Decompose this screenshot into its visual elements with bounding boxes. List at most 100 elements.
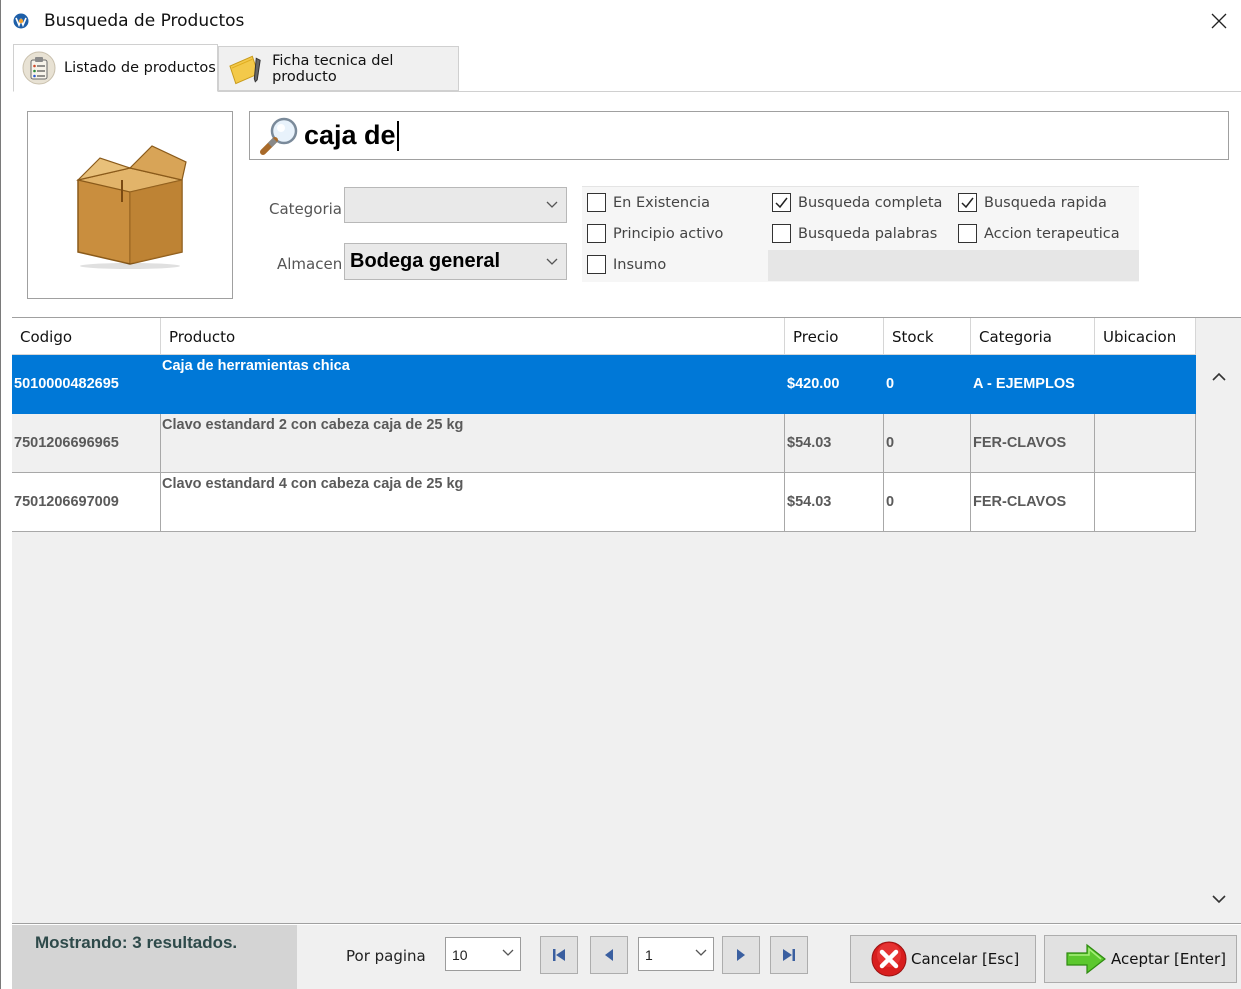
per-page-value: 10 (452, 947, 468, 963)
column-header-producto[interactable]: Producto (161, 318, 785, 355)
checkbox-principio-activo[interactable]: Principio activo (587, 224, 723, 243)
cell-precio: $420.00 (785, 355, 884, 414)
first-page-icon (553, 949, 565, 961)
table-row[interactable]: 7501206696965 Clavo estandard 2 con cabe… (12, 414, 1196, 473)
chevron-down-icon (695, 949, 707, 956)
product-search-window: Busqueda de Productos Listado de product… (0, 0, 1241, 989)
magnifier-icon (260, 117, 298, 155)
cell-precio: $54.03 (785, 473, 884, 532)
cell-categoria: FER-CLAVOS (971, 473, 1095, 532)
search-input[interactable]: caja de (249, 111, 1229, 160)
grid-header: Codigo Producto Precio Stock Categoria U… (12, 318, 1196, 355)
column-header-stock[interactable]: Stock (884, 318, 971, 355)
column-header-ubicacion[interactable]: Ubicacion (1095, 318, 1196, 355)
arrow-right-icon (1066, 943, 1106, 975)
cell-codigo: 7501206697009 (12, 473, 161, 532)
previous-page-button[interactable] (590, 936, 628, 974)
app-logo-icon (13, 13, 29, 29)
cell-stock: 0 (884, 473, 971, 532)
checkbox-label: En Existencia (613, 194, 710, 211)
next-page-button[interactable] (722, 936, 760, 974)
scroll-down-icon[interactable] (1212, 895, 1226, 904)
page-number-value: 1 (645, 947, 653, 963)
checkbox-busqueda-rapida[interactable]: Busqueda rapida (958, 193, 1107, 212)
table-row[interactable]: 7501206697009 Clavo estandard 4 con cabe… (12, 473, 1196, 532)
checkbox-label: Busqueda palabras (798, 225, 938, 242)
checkbox-box (587, 193, 606, 212)
almacen-value: Bodega general (350, 250, 501, 272)
product-image-panel (27, 111, 233, 299)
cell-producto: Caja de herramientas chica (161, 355, 785, 414)
checkbox-box (587, 255, 606, 274)
checkbox-en-existencia[interactable]: En Existencia (587, 193, 710, 212)
cell-ubicacion (1095, 473, 1196, 532)
accept-button[interactable]: Aceptar [Enter] (1044, 935, 1237, 983)
cell-stock: 0 (884, 355, 971, 414)
tab-listado-label: Listado de productos (64, 60, 216, 76)
table-row[interactable]: 5010000482695 Caja de herramientas chica… (12, 355, 1196, 414)
checkbox-box (772, 193, 791, 212)
search-value: caja de (304, 120, 396, 150)
cell-ubicacion (1095, 414, 1196, 473)
column-header-codigo[interactable]: Codigo (12, 318, 161, 355)
checkbox-busqueda-palabras[interactable]: Busqueda palabras (772, 224, 937, 243)
cancel-label: Cancelar [Esc] (911, 950, 1020, 968)
last-page-icon (783, 949, 795, 961)
tab-ficha-label: Ficha tecnica del producto (272, 52, 394, 85)
close-button[interactable] (1196, 0, 1241, 42)
checkbox-insumo[interactable]: Insumo (587, 255, 666, 274)
cell-categoria: FER-CLAVOS (971, 414, 1095, 473)
results-grid: Codigo Producto Precio Stock Categoria U… (12, 317, 1241, 924)
title-bar: Busqueda de Productos (1, 0, 1241, 42)
cell-categoria: A - EJEMPLOS (971, 355, 1095, 414)
text-caret (396, 120, 399, 151)
chevron-down-icon (546, 258, 558, 265)
per-page-select[interactable]: 10 (445, 937, 521, 971)
chevron-down-icon (546, 201, 558, 208)
scroll-up-icon[interactable] (1212, 372, 1226, 381)
chevron-down-icon (502, 949, 514, 956)
cell-precio: $54.03 (785, 414, 884, 473)
almacen-label: Almacen (277, 255, 343, 273)
per-page-label: Por pagina (346, 947, 426, 965)
categoria-select[interactable] (344, 187, 567, 223)
checkbox-label: Insumo (613, 256, 667, 273)
categoria-label: Categoria (269, 200, 343, 218)
checkbox-box (958, 224, 977, 243)
column-header-precio[interactable]: Precio (785, 318, 884, 355)
cell-codigo: 7501206696965 (12, 414, 161, 473)
next-page-icon (737, 949, 745, 961)
checkbox-label: Busqueda rapida (984, 194, 1107, 211)
previous-page-icon (605, 949, 613, 961)
checkmark-icon (961, 197, 974, 209)
cell-ubicacion (1095, 355, 1196, 414)
window-title: Busqueda de Productos (44, 11, 245, 31)
results-count-status: Mostrando: 3 resultados. (35, 933, 238, 952)
cancel-x-icon (871, 941, 907, 977)
product-box-icon (76, 145, 187, 269)
close-icon (1211, 13, 1227, 29)
tab-strip: Listado de productos Ficha tecnica del p… (13, 42, 1241, 92)
checkbox-label: Accion terapeutica (984, 225, 1120, 242)
checkbox-box (772, 224, 791, 243)
cell-producto: Clavo estandard 4 con cabeza caja de 25 … (161, 473, 785, 532)
tab-ficha-tecnica[interactable]: Ficha tecnica del producto (218, 46, 459, 91)
first-page-button[interactable] (540, 936, 578, 974)
status-panel: Mostrando: 3 resultados. (12, 925, 297, 989)
footer-bar: Mostrando: 3 resultados. Por pagina 10 1 (12, 925, 1241, 989)
column-header-categoria[interactable]: Categoria (971, 318, 1095, 355)
accept-label: Aceptar [Enter] (1111, 950, 1226, 968)
cancel-button[interactable]: Cancelar [Esc] (850, 935, 1036, 983)
last-page-button[interactable] (770, 936, 808, 974)
options-empty-area (768, 250, 1139, 281)
checkbox-box (958, 193, 977, 212)
checkbox-accion-terapeutica[interactable]: Accion terapeutica (958, 224, 1120, 243)
checkbox-label: Busqueda completa (798, 194, 943, 211)
tab-listado-productos[interactable]: Listado de productos (13, 44, 218, 92)
page-number-select[interactable]: 1 (638, 937, 714, 971)
checkmark-icon (775, 197, 788, 209)
clipboard-list-icon (22, 51, 56, 85)
almacen-select[interactable]: Bodega general (344, 243, 567, 280)
checkbox-busqueda-completa[interactable]: Busqueda completa (772, 193, 942, 212)
vertical-scrollbar[interactable] (1196, 355, 1241, 923)
